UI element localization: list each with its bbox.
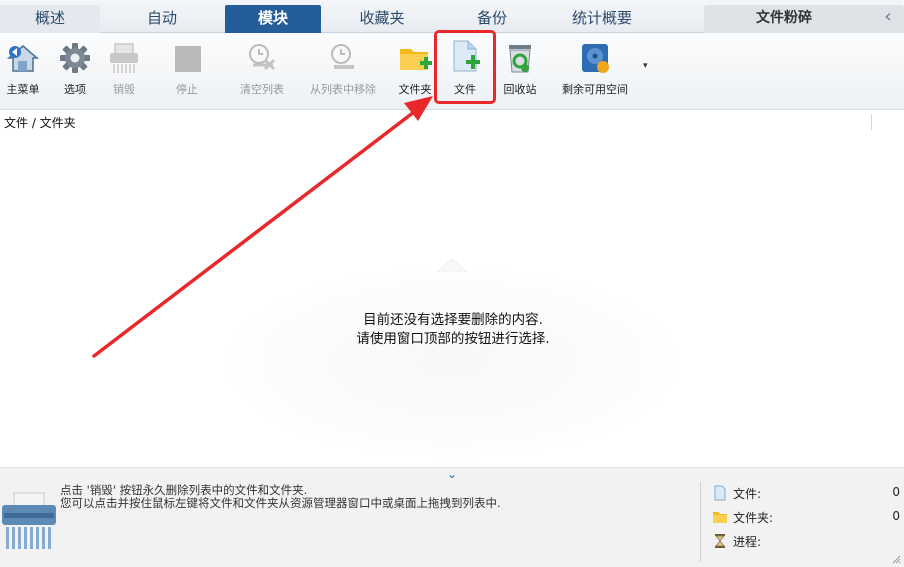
empty-state-message: 目前还没有选择要删除的内容. 请使用窗口顶部的按钮进行选择. [228, 311, 678, 349]
info-panel: ⌄ 点击 '销毁' 按钮永久删除列表中的文件和文件夹. 您可以点击并按住鼠标左键… [0, 467, 904, 567]
shredder-icon [110, 43, 138, 73]
stop-icon [175, 46, 201, 72]
empty-state-line-2: 请使用窗口顶部的按钮进行选择. [356, 331, 550, 347]
folder-icon [713, 512, 727, 523]
column-separator[interactable] [871, 114, 872, 130]
module-tab-bar: 概述 自动 模块 收藏夹 备份 统计概要 文件粉碎 ‹ [0, 0, 904, 33]
shred-button[interactable]: 销毁 [102, 37, 146, 103]
gear-icon [60, 43, 90, 73]
main-menu-button[interactable]: 主菜单 [2, 37, 44, 103]
add-folder-label: 文件夹 [398, 83, 432, 96]
tab-file-shredder[interactable]: 文件粉碎 [704, 5, 904, 33]
shredder-illustration-icon [2, 492, 56, 549]
clear-list-label: 清空列表 [240, 83, 284, 96]
hint-line-2: 您可以点击并按住鼠标左键将文件和文件夹从资源管理器窗口中或桌面上拖拽到列表中. [60, 496, 501, 510]
file-shredder-window: 概述 自动 模块 收藏夹 备份 统计概要 文件粉碎 ‹ 主菜单 选项 销毁 停止… [0, 0, 904, 567]
stat-folders-label: 文件夹: [733, 511, 774, 525]
add-folder-button[interactable]: 文件夹 [394, 37, 436, 103]
toolbar: 主菜单 选项 销毁 停止 清空列表 从列表中移除 文件夹 文件 回收站 剩余可用… [0, 30, 904, 110]
toolbar-more-dropdown[interactable]: ▾ [643, 61, 655, 73]
stop-label: 停止 [176, 83, 198, 96]
tab-auto[interactable]: 自动 [113, 5, 211, 33]
main-menu-label: 主菜单 [6, 83, 40, 96]
empty-state-line-1: 目前还没有选择要删除的内容. [363, 312, 543, 328]
free-space-icon [582, 44, 609, 73]
options-button[interactable]: 选项 [54, 37, 96, 103]
tab-favorites[interactable]: 收藏夹 [334, 5, 430, 33]
column-header-files-folders[interactable]: 文件 / 文件夹 [4, 114, 76, 131]
clear-list-button[interactable]: 清空列表 [234, 37, 290, 103]
info-divider [700, 482, 701, 562]
free-space-label: 剩余可用空间 [562, 83, 628, 96]
remove-from-list-icon [331, 44, 354, 69]
tab-statistics[interactable]: 统计概要 [553, 5, 651, 33]
stat-files-value: 0 [892, 485, 900, 499]
recycle-bin-label: 回收站 [503, 83, 537, 96]
add-file-icon [453, 40, 480, 72]
expand-panel-chevron-icon[interactable]: ⌄ [444, 468, 460, 480]
tab-backup[interactable]: 备份 [446, 5, 538, 33]
stat-folders-value: 0 [892, 509, 900, 523]
options-label: 选项 [64, 83, 86, 96]
add-folder-icon [400, 49, 432, 70]
tab-modules[interactable]: 模块 [225, 5, 321, 33]
hourglass-icon [715, 534, 725, 548]
add-file-label: 文件 [454, 83, 476, 96]
home-icon [6, 45, 40, 72]
collapse-panel-button[interactable]: ‹ [880, 7, 896, 27]
empty-state-bubble [228, 268, 678, 458]
shred-label: 销毁 [113, 83, 135, 96]
remove-from-list-label: 从列表中移除 [310, 83, 376, 96]
free-space-button[interactable]: 剩余可用空间 [554, 37, 636, 103]
recycle-bin-icon [509, 45, 531, 73]
stat-files-label: 文件: [733, 487, 762, 501]
resize-grip-icon[interactable] [891, 554, 901, 564]
remove-from-list-button[interactable]: 从列表中移除 [304, 37, 382, 103]
add-file-button[interactable]: 文件 [434, 30, 496, 104]
info-hint: 点击 '销毁' 按钮永久删除列表中的文件和文件夹. 您可以点击并按住鼠标左键将文… [60, 484, 501, 510]
clear-list-icon [249, 44, 276, 71]
tab-overview[interactable]: 概述 [0, 5, 100, 33]
recycle-bin-button[interactable]: 回收站 [498, 37, 542, 103]
file-icon [714, 485, 726, 501]
stat-progress-label: 进程: [733, 535, 762, 549]
list-column-header: 文件 / 文件夹 [0, 111, 904, 131]
stop-button[interactable]: 停止 [165, 37, 209, 103]
